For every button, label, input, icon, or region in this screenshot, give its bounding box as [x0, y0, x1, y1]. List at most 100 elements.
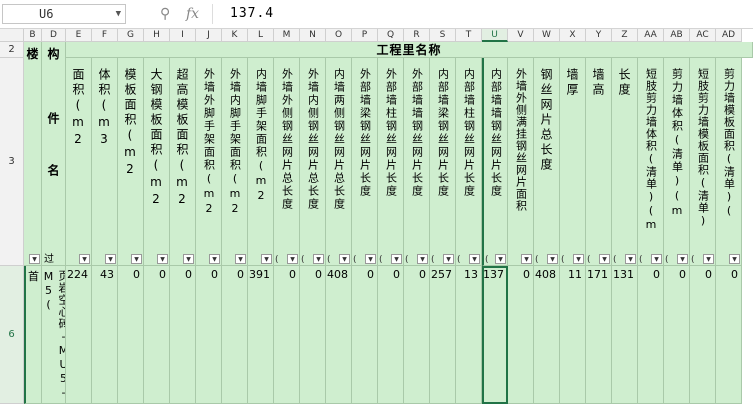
- row6-cell-K[interactable]: 0: [222, 266, 248, 404]
- row6-cell-V[interactable]: 0: [508, 266, 534, 404]
- row6-cell-X[interactable]: 11: [560, 266, 586, 404]
- filter-dropdown-N[interactable]: ▼: [313, 254, 324, 264]
- filter-dropdown-E[interactable]: ▼: [79, 254, 90, 264]
- column-header-U[interactable]: U: [482, 29, 508, 42]
- column-header-R[interactable]: R: [404, 29, 430, 42]
- column-header-J[interactable]: J: [196, 29, 222, 42]
- filter-dropdown-AC[interactable]: ▼: [703, 254, 714, 264]
- row6-cell-H[interactable]: 0: [144, 266, 170, 404]
- column-header-B[interactable]: B: [24, 29, 42, 42]
- header-cell-Q[interactable]: 外部墙柱钢丝网片长度 (▼: [378, 58, 404, 266]
- row6-cell-R[interactable]: 0: [404, 266, 430, 404]
- row-header-2[interactable]: 2: [0, 42, 24, 58]
- row6-cell-Y[interactable]: 171: [586, 266, 612, 404]
- row6-cell-Q[interactable]: 0: [378, 266, 404, 404]
- row6-cell-L[interactable]: 391: [248, 266, 274, 404]
- row6-cell-O[interactable]: 408: [326, 266, 352, 404]
- filter-label-D[interactable]: 过: [44, 250, 54, 265]
- filter-dropdown-G[interactable]: ▼: [131, 254, 142, 264]
- row-header-6[interactable]: 6: [0, 266, 24, 404]
- column-header-V[interactable]: V: [508, 29, 534, 42]
- column-header-AC[interactable]: AC: [690, 29, 716, 42]
- column-header-P[interactable]: P: [352, 29, 378, 42]
- column-header-W[interactable]: W: [534, 29, 560, 42]
- filter-dropdown-AB[interactable]: ▼: [677, 254, 688, 264]
- column-header-Q[interactable]: Q: [378, 29, 404, 42]
- header-cell-G[interactable]: 模板面积(m2 ▼: [118, 58, 144, 266]
- column-header-O[interactable]: O: [326, 29, 352, 42]
- header-cell-AD[interactable]: 剪力墙模板面积(清单)(▼: [716, 58, 742, 266]
- header-cell-W[interactable]: 钢丝网片总长度 (▼: [534, 58, 560, 266]
- row-header-3[interactable]: 3: [0, 58, 24, 266]
- header-cell-S[interactable]: 内部墙梁钢丝网片长度 (▼: [430, 58, 456, 266]
- filter-dropdown-AA[interactable]: ▼: [651, 254, 662, 264]
- header-cell-J[interactable]: 外墙外脚手架面积(m2 ▼: [196, 58, 222, 266]
- name-box[interactable]: U6 ▼: [2, 4, 126, 24]
- formula-input[interactable]: 137.4: [230, 4, 274, 24]
- header-component-cell[interactable]: 构件名过: [42, 42, 66, 266]
- header-cell-K[interactable]: 外墙内脚手架面积(m2 ▼: [222, 58, 248, 266]
- header-cell-X[interactable]: 墙厚 (▼: [560, 58, 586, 266]
- header-cell-O[interactable]: 内墙两侧钢丝网片总长度 (▼: [326, 58, 352, 266]
- zoom-search-icon[interactable]: ⚲: [160, 4, 170, 24]
- row6-cell-AD[interactable]: 0: [716, 266, 742, 404]
- header-cell-T[interactable]: 内部墙柱钢丝网片长度 (▼: [456, 58, 482, 266]
- header-cell-Z[interactable]: 长度 (▼: [612, 58, 638, 266]
- header-cell-I[interactable]: 超高模板面积(m2 ▼: [170, 58, 196, 266]
- column-header-M[interactable]: M: [274, 29, 300, 42]
- filter-dropdown-T[interactable]: ▼: [469, 254, 480, 264]
- header-floor-cell[interactable]: 楼 ▼: [24, 42, 42, 266]
- row6-cell-I[interactable]: 0: [170, 266, 196, 404]
- filter-dropdown-M[interactable]: ▼: [287, 254, 298, 264]
- column-header-I[interactable]: I: [170, 29, 196, 42]
- row6-cell-P[interactable]: 0: [352, 266, 378, 404]
- row6-cell-U[interactable]: 137: [482, 266, 508, 404]
- header-cell-AC[interactable]: 短肢剪力墙模板面积(清单) (▼: [690, 58, 716, 266]
- filter-dropdown-K[interactable]: ▼: [235, 254, 246, 264]
- row6-cell-J[interactable]: 0: [196, 266, 222, 404]
- filter-dropdown-Q[interactable]: ▼: [391, 254, 402, 264]
- select-all-corner[interactable]: [0, 29, 24, 42]
- row6-cell-E[interactable]: 224: [66, 266, 92, 404]
- filter-dropdown-U[interactable]: ▼: [495, 254, 506, 264]
- fx-button[interactable]: fx: [186, 4, 199, 24]
- filter-dropdown-Y[interactable]: ▼: [599, 254, 610, 264]
- row6-component-cell[interactable]: 页岩空心砖-MU5-M5(: [42, 266, 66, 404]
- header-cell-M[interactable]: 外墙外侧钢丝网片总长度 (▼: [274, 58, 300, 266]
- filter-dropdown-Z[interactable]: ▼: [625, 254, 636, 264]
- filter-dropdown-R[interactable]: ▼: [417, 254, 428, 264]
- column-header-D[interactable]: D: [42, 29, 66, 42]
- column-header-S[interactable]: S: [430, 29, 456, 42]
- row6-cell-AB[interactable]: 0: [664, 266, 690, 404]
- header-cell-N[interactable]: 外墙内侧钢丝网片总长度 (▼: [300, 58, 326, 266]
- row6-cell-S[interactable]: 257: [430, 266, 456, 404]
- column-header-T[interactable]: T: [456, 29, 482, 42]
- row6-cell-Z[interactable]: 131: [612, 266, 638, 404]
- column-header-X[interactable]: X: [560, 29, 586, 42]
- filter-dropdown-W[interactable]: ▼: [547, 254, 558, 264]
- column-header-L[interactable]: L: [248, 29, 274, 42]
- filter-dropdown-P[interactable]: ▼: [365, 254, 376, 264]
- header-cell-AB[interactable]: 剪力墙体积(清单)(m (▼: [664, 58, 690, 266]
- row6-cell-F[interactable]: 43: [92, 266, 118, 404]
- row6-cell-M[interactable]: 0: [274, 266, 300, 404]
- filter-dropdown-V[interactable]: ▼: [521, 254, 532, 264]
- row6-cell-G[interactable]: 0: [118, 266, 144, 404]
- column-header-AB[interactable]: AB: [664, 29, 690, 42]
- column-header-N[interactable]: N: [300, 29, 326, 42]
- column-header-Y[interactable]: Y: [586, 29, 612, 42]
- header-cell-H[interactable]: 大钢模板面积(m2 ▼: [144, 58, 170, 266]
- filter-dropdown-J[interactable]: ▼: [209, 254, 220, 264]
- filter-dropdown-L[interactable]: ▼: [261, 254, 272, 264]
- header-cell-F[interactable]: 体积(m3 ▼: [92, 58, 118, 266]
- header-cell-V[interactable]: 外墙外侧满挂钢丝网片面积 ▼: [508, 58, 534, 266]
- header-cell-AA[interactable]: 短肢剪力墙体积(清单)(m (▼: [638, 58, 664, 266]
- column-header-Z[interactable]: Z: [612, 29, 638, 42]
- filter-dropdown-AD[interactable]: ▼: [729, 254, 740, 264]
- header-cell-U[interactable]: 内部墙墙钢丝网片长度 (▼: [482, 58, 508, 266]
- filter-dropdown-O[interactable]: ▼: [339, 254, 350, 264]
- header-cell-L[interactable]: 内墙脚手架面积(m2 ▼: [248, 58, 274, 266]
- row6-cell-AC[interactable]: 0: [690, 266, 716, 404]
- engineering-quantity-title[interactable]: 工程里名称: [66, 42, 753, 58]
- chevron-down-icon[interactable]: ▼: [116, 5, 121, 23]
